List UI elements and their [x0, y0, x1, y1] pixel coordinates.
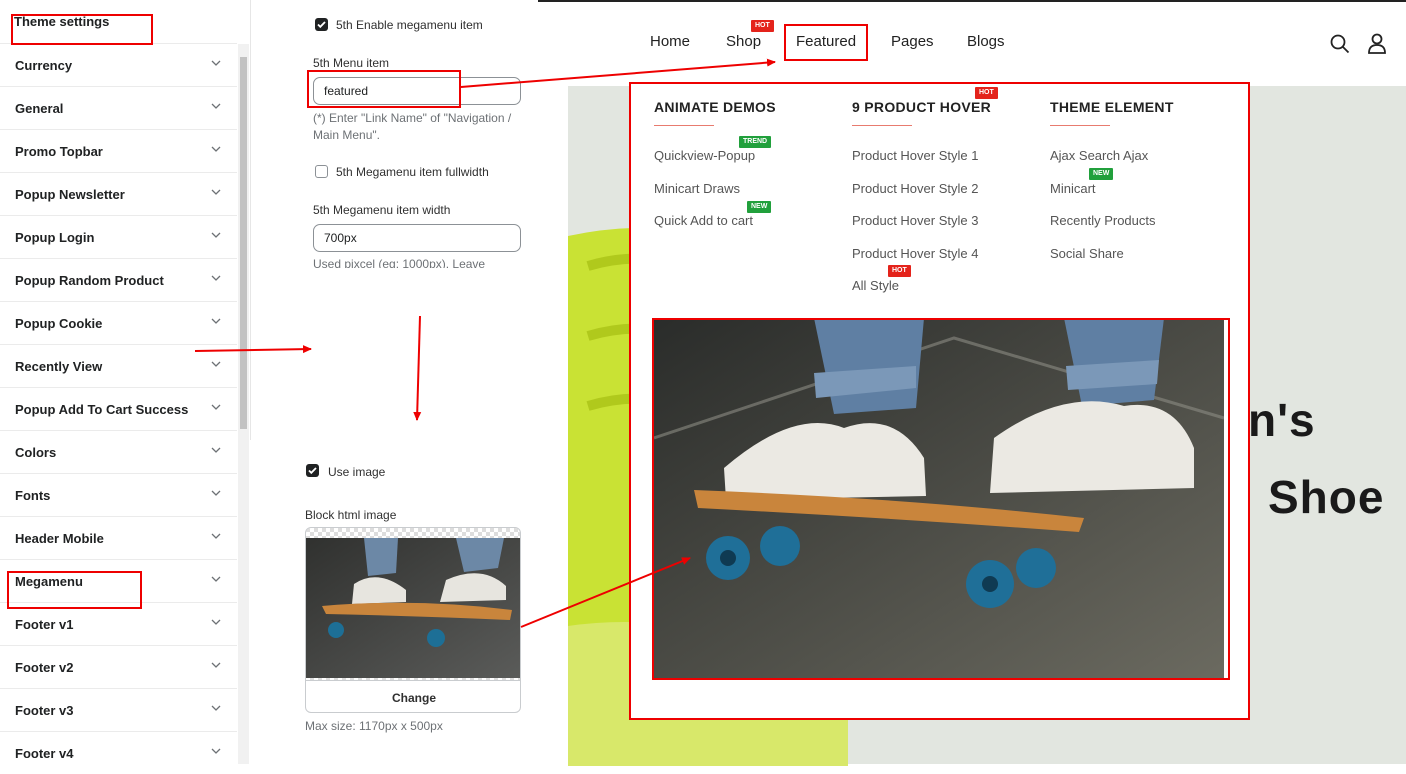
item-width-label: 5th Megamenu item width — [313, 203, 451, 217]
sidebar-item-label: Popup Login — [15, 229, 95, 245]
chevron-down-icon — [211, 318, 221, 324]
sidebar-item-label: Footer v4 — [15, 745, 74, 761]
enable-megamenu-checkbox[interactable] — [315, 18, 328, 31]
sidebar-item-footer-v4[interactable]: Footer v4 — [0, 731, 237, 774]
sidebar-item-general[interactable]: General — [0, 86, 237, 129]
sidebar-item-label: Popup Random Product — [15, 272, 164, 288]
chevron-down-icon — [211, 103, 221, 109]
theme-settings-sidebar: Theme settings Currency General Promo Topb… — [0, 0, 251, 764]
chevron-down-icon — [211, 404, 221, 410]
hero-heading-line1: n's — [1248, 394, 1316, 446]
sidebar-item-colors[interactable]: Colors — [0, 430, 237, 473]
chevron-down-icon — [211, 447, 221, 453]
sidebar-item-fonts[interactable]: Fonts — [0, 473, 237, 516]
chevron-down-icon — [211, 619, 221, 625]
chevron-down-icon — [211, 232, 221, 238]
sidebar-item-label: Promo Topbar — [15, 143, 103, 159]
menu-item-label: 5th Menu item — [313, 56, 390, 70]
annotation-box-featured — [784, 24, 868, 61]
sidebar-item-label: Footer v1 — [15, 616, 74, 632]
item-width-hint: Used pixcel (eg: 1000px). Leave — [313, 257, 486, 268]
sidebar-item-popup-newsletter[interactable]: Popup Newsletter — [0, 172, 237, 215]
chevron-down-icon — [211, 189, 221, 195]
change-image-button[interactable]: Change — [306, 680, 520, 712]
sidebar-item-label: Footer v3 — [15, 702, 74, 718]
sidebar-item-label: Colors — [15, 444, 57, 460]
chevron-down-icon — [211, 748, 221, 754]
sidebar-item-popup-login[interactable]: Popup Login — [0, 215, 237, 258]
sidebar-item-footer-v3[interactable]: Footer v3 — [0, 688, 237, 731]
sidebar-item-footer-v2[interactable]: Footer v2 — [0, 645, 237, 688]
sidebar-item-label: Header Mobile — [15, 530, 104, 546]
chevron-down-icon — [211, 533, 221, 539]
hero-heading-line2: Shoe — [1268, 471, 1385, 523]
fullwidth-label: 5th Megamenu item fullwidth — [336, 165, 489, 179]
chevron-down-icon — [211, 490, 221, 496]
max-size-hint: Max size: 1170px x 500px — [305, 719, 443, 733]
sidebar-list: Currency General Promo Topbar Popup Newslet… — [0, 43, 237, 774]
sidebar-item-label: Popup Cookie — [15, 315, 103, 331]
chevron-down-icon — [211, 705, 221, 711]
use-image-label: Use image — [328, 465, 386, 479]
sidebar-item-currency[interactable]: Currency — [0, 43, 237, 86]
item-width-input[interactable]: 700px — [313, 224, 521, 252]
sidebar-item-label: Footer v2 — [15, 659, 74, 675]
check-icon — [317, 21, 326, 29]
sidebar-item-recently-view[interactable]: Recently View — [0, 344, 237, 387]
use-image-checkbox[interactable] — [306, 464, 319, 477]
sidebar-item-label: Popup Newsletter — [15, 186, 125, 202]
annotation-box-title — [11, 14, 153, 45]
chevron-down-icon — [211, 146, 221, 152]
sidebar-item-label: Popup Add To Cart Success — [15, 401, 189, 417]
chevron-down-icon — [211, 576, 221, 582]
chevron-down-icon — [211, 60, 221, 66]
block-image-label: Block html image — [305, 508, 397, 522]
storefront-top-border — [538, 0, 1406, 2]
skateboard-thumbnail — [306, 528, 520, 680]
sidebar-item-header-mobile[interactable]: Header Mobile — [0, 516, 237, 559]
fullwidth-checkbox[interactable] — [315, 165, 328, 178]
image-picker[interactable]: Change — [305, 527, 521, 713]
menu-item-hint: (*) Enter "Link Name" of "Navigation / M… — [313, 111, 512, 142]
annotation-box-image — [652, 318, 1230, 680]
nav-blogs[interactable]: Blogs — [967, 33, 1005, 50]
megamenu-settings-bottom: Use image Block html image Change Max si… — [250, 440, 538, 764]
user-icon[interactable] — [1367, 33, 1387, 54]
annotation-box-megamenu — [7, 571, 142, 609]
chevron-down-icon — [211, 361, 221, 367]
sidebar-item-popup-random-product[interactable]: Popup Random Product — [0, 258, 237, 301]
nav-shop-hot-badge: HOT — [751, 20, 774, 32]
sidebar-scrollbar-thumb[interactable] — [240, 57, 247, 429]
search-icon[interactable] — [1330, 34, 1350, 54]
megamenu-settings-top: 5th Enable megamenu item 5th Menu item f… — [299, 0, 537, 268]
nav-shop[interactable]: Shop — [726, 33, 761, 50]
chevron-down-icon — [211, 275, 221, 281]
sidebar-item-label: Recently View — [15, 358, 103, 374]
sidebar-item-label: Fonts — [15, 487, 51, 503]
check-icon — [308, 467, 317, 475]
annotation-box-menu-item — [307, 70, 461, 108]
nav-pages[interactable]: Pages — [891, 33, 934, 50]
sidebar-item-popup-cookie[interactable]: Popup Cookie — [0, 301, 237, 344]
nav-home[interactable]: Home — [650, 33, 690, 50]
sidebar-item-label: General — [15, 100, 64, 116]
chevron-down-icon — [211, 662, 221, 668]
sidebar-item-popup-add-to-cart-success[interactable]: Popup Add To Cart Success — [0, 387, 237, 430]
enable-megamenu-label: 5th Enable megamenu item — [336, 18, 483, 32]
sidebar-item-promo-topbar[interactable]: Promo Topbar — [0, 129, 237, 172]
sidebar-item-label: Currency — [15, 57, 73, 73]
